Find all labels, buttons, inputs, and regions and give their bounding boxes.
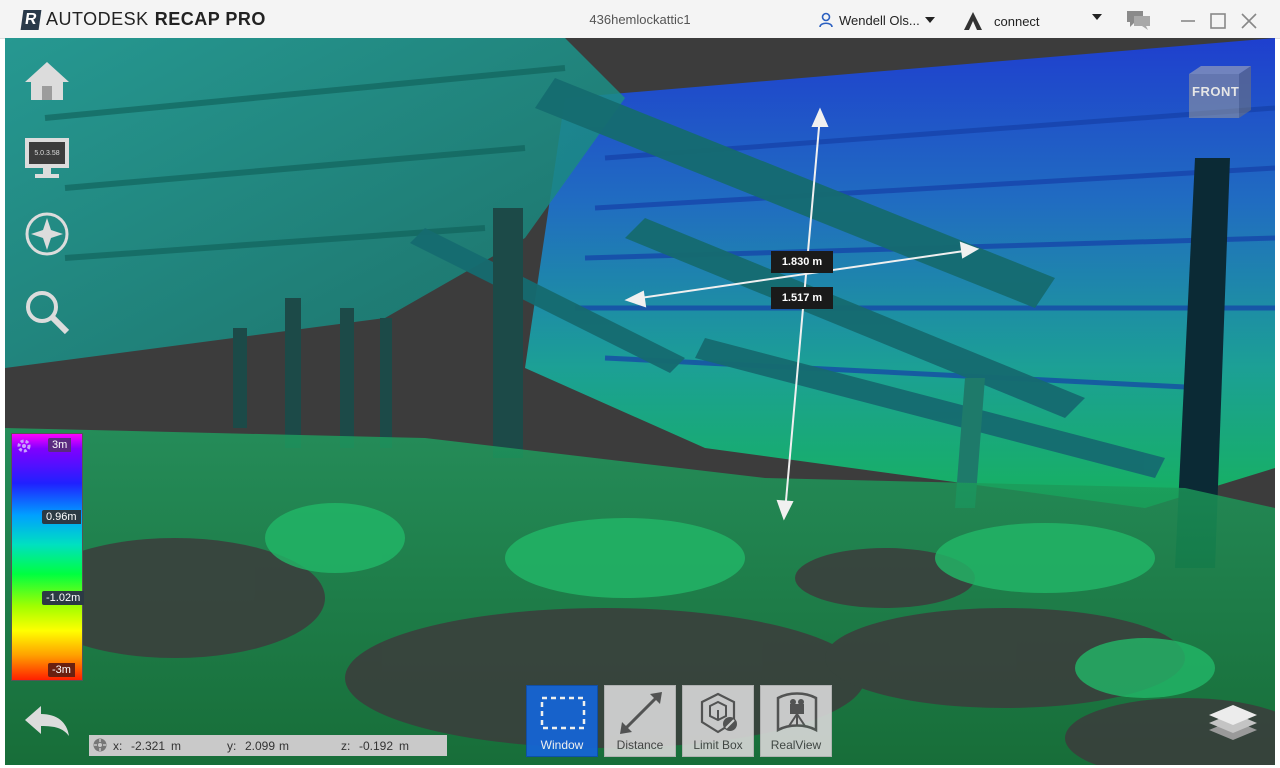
close-icon[interactable]	[1241, 13, 1257, 29]
z-value: -0.192	[359, 739, 394, 753]
coordinate-readout: x: -2.321 m y: 2.099 m z: -0.192 m	[89, 735, 447, 756]
chevron-down-icon	[924, 17, 935, 23]
measurement-label: 1.830 m	[771, 251, 833, 273]
legend-label-min: -3m	[48, 663, 75, 677]
realview-label: RealView	[770, 738, 822, 752]
elevation-gradient	[12, 434, 82, 680]
connect-menu[interactable]: connect	[962, 11, 1102, 31]
point-cloud-scene	[5, 38, 1275, 765]
display-badge: 5.0.3.58	[34, 150, 60, 157]
y-label: y:	[227, 739, 237, 753]
autodesk-logo-icon: R	[20, 9, 42, 30]
legend-label-max: 3m	[48, 438, 72, 452]
legend-label: 0.96m	[42, 510, 81, 524]
x-label: x:	[113, 739, 123, 753]
window-select-button[interactable]: Window	[526, 685, 598, 757]
measurement-label: 1.517 m	[771, 287, 833, 309]
y-value: 2.099	[245, 739, 276, 753]
navigation-compass-icon[interactable]	[23, 210, 71, 258]
title-bar: R AUTODESK RECAP PRO 436hemlockattic1 We…	[0, 0, 1280, 39]
user-icon	[819, 12, 833, 28]
autodesk-a360-icon	[964, 12, 982, 30]
chat-icon[interactable]	[1126, 10, 1152, 32]
back-arrow-icon[interactable]	[23, 698, 71, 746]
limit-box-label: Limit Box	[693, 738, 743, 752]
y-unit: m	[279, 739, 289, 753]
distance-measure-icon	[620, 692, 662, 734]
maximize-icon[interactable]	[1210, 13, 1226, 29]
app-brand: R AUTODESK RECAP PRO	[20, 9, 266, 30]
window-label: Window	[540, 738, 584, 752]
x-value: -2.321	[131, 739, 166, 753]
z-unit: m	[399, 739, 409, 753]
point-cloud-viewport[interactable]: 1.830 m 1.517 m FRONT 5.0.3.58 3m 0.96m …	[5, 38, 1275, 765]
connect-label: connect	[994, 13, 1040, 29]
distance-button[interactable]: Distance	[604, 685, 676, 757]
layers-icon[interactable]	[1207, 702, 1259, 742]
distance-label: Distance	[616, 738, 664, 752]
user-name: Wendell Ols...	[839, 12, 920, 28]
realview-button[interactable]: RealView	[760, 685, 832, 757]
realview-icon	[776, 692, 818, 733]
zoom-search-icon[interactable]	[23, 288, 71, 336]
view-cube[interactable]: FRONT	[1189, 66, 1251, 118]
limit-box-icon	[700, 692, 737, 734]
selection-window-icon	[540, 696, 586, 730]
display-settings-button[interactable]: 5.0.3.58	[23, 134, 71, 182]
brand-secondary: RECAP PRO	[154, 9, 266, 29]
elevation-legend: 3m 0.96m -1.02m -3m	[11, 433, 85, 681]
home-icon[interactable]	[23, 58, 71, 106]
limit-box-button[interactable]: Limit Box	[682, 685, 754, 757]
brand-primary: AUTODESK	[46, 9, 149, 29]
minimize-icon[interactable]	[1180, 13, 1196, 27]
legend-label: -1.02m	[42, 591, 85, 605]
x-unit: m	[171, 739, 181, 753]
z-label: z:	[341, 739, 351, 753]
gear-icon[interactable]	[16, 438, 32, 454]
monitor-icon	[25, 138, 69, 178]
chevron-down-icon	[1092, 14, 1102, 20]
view-cube-face-label: FRONT	[1192, 84, 1240, 99]
document-title: 436hemlockattic1	[589, 12, 691, 27]
user-menu[interactable]: Wendell Ols...	[818, 12, 935, 28]
crosshair-icon	[93, 738, 107, 752]
